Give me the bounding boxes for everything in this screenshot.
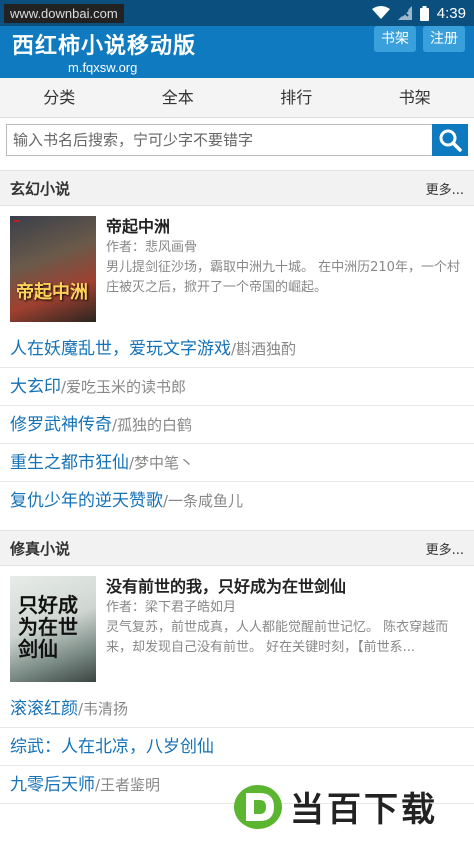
register-button[interactable]: 注册: [423, 26, 465, 52]
cover-title: 帝起中洲: [16, 282, 88, 303]
book-author: /孤独的白鹤: [112, 416, 193, 434]
signal-icon: [397, 6, 412, 20]
section-header: 修真小说 更多...: [0, 530, 474, 566]
section-xuanhuan: 玄幻小说 更多... 帝起中洲 帝起中洲 作者：悲风画骨 男儿提剑征沙场，霸取中…: [0, 170, 474, 520]
bookshelf-button[interactable]: 书架: [374, 26, 416, 52]
site-domain: m.fqxsw.org: [68, 60, 138, 75]
book-title-link[interactable]: 修罗武神传奇: [10, 415, 112, 435]
featured-author: 作者：悲风画骨: [106, 240, 198, 255]
featured-title[interactable]: 帝起中洲: [106, 216, 464, 238]
watermark-text: 当百下载: [290, 790, 438, 830]
book-author: /爱吃玉米的读书郎: [61, 378, 187, 396]
list-item[interactable]: 大玄印/爱吃玉米的读书郎: [0, 368, 474, 406]
list-item[interactable]: 滚滚红颜/韦清扬: [0, 690, 474, 728]
section-xiuzhen: 修真小说 更多... 只好成为在世剑仙 没有前世的我，只好成为在世剑仙 作者：梁…: [0, 530, 474, 804]
book-title-link[interactable]: 重生之都市狂仙: [10, 453, 129, 473]
search-icon: [439, 129, 462, 152]
featured-desc: 灵气复苏，前世成真，人人都能觉醒前世记忆。 陈衣穿越而来，却发现自己没有前世。 …: [106, 620, 449, 655]
nav-item-bookshelf[interactable]: 书架: [356, 78, 474, 117]
featured-title[interactable]: 没有前世的我，只好成为在世剑仙: [106, 576, 464, 598]
section-header: 玄幻小说 更多...: [0, 170, 474, 206]
book-author: /梦中笔丶: [129, 454, 195, 472]
nav-item-complete[interactable]: 全本: [119, 78, 238, 117]
featured-desc: 男儿提剑征沙场，霸取中洲九十城。 在中洲历210年，一个村庄被灭之后，掀开了一个…: [106, 260, 460, 295]
book-title-link[interactable]: 综武：人在北凉，八岁创仙: [10, 737, 214, 757]
book-title-link[interactable]: 九零后天师: [10, 775, 95, 795]
book-author: /一条咸鱼儿: [163, 492, 244, 510]
status-icons: 4:39: [371, 4, 466, 22]
book-cover[interactable]: 帝起中洲: [10, 216, 96, 322]
book-title-link[interactable]: 大玄印: [10, 377, 61, 397]
book-title-link[interactable]: 人在妖魔乱世，爱玩文字游戏: [10, 339, 231, 359]
nav-item-ranking[interactable]: 排行: [237, 78, 356, 117]
nav-bar: 分类 全本 排行 书架: [0, 78, 474, 118]
download-logo-icon: [234, 784, 282, 829]
book-title-link[interactable]: 复仇少年的逆天赞歌: [10, 491, 163, 511]
site-watermark: www.downbai.com: [4, 3, 124, 23]
search-button[interactable]: [432, 124, 468, 156]
book-author: /王者鉴明: [95, 776, 161, 794]
book-cover[interactable]: 只好成为在世剑仙: [10, 576, 96, 682]
book-author: /斟酒独酌: [231, 340, 297, 358]
section-title: 玄幻小说: [10, 179, 71, 198]
status-bar: www.downbai.com 4:39: [0, 0, 474, 26]
featured-info: 没有前世的我，只好成为在世剑仙 作者：梁下君子皓如月 灵气复苏，前世成真，人人都…: [106, 576, 464, 682]
watermark-logo: 当百下载: [232, 782, 438, 831]
search-input[interactable]: 输入书名后搜索，宁可少字不要错字: [6, 124, 432, 156]
search-bar: 输入书名后搜索，宁可少字不要错字: [0, 118, 474, 162]
book-author: /韦清扬: [78, 700, 129, 718]
nav-item-category[interactable]: 分类: [0, 78, 119, 117]
site-title[interactable]: 西红柿小说移动版: [12, 28, 196, 60]
clock: 4:39: [436, 4, 466, 22]
list-item[interactable]: 综武：人在北凉，八岁创仙: [0, 728, 474, 766]
section-title: 修真小说: [10, 539, 71, 558]
battery-icon: [419, 5, 429, 21]
cover-badge: [14, 220, 20, 222]
featured-author: 作者：梁下君子皓如月: [106, 600, 237, 615]
list-item[interactable]: 修罗武神传奇/孤独的白鹤: [0, 406, 474, 444]
featured-info: 帝起中洲 作者：悲风画骨 男儿提剑征沙场，霸取中洲九十城。 在中洲历210年，一…: [106, 216, 464, 322]
book-title-link[interactable]: 滚滚红颜: [10, 699, 78, 719]
list-item[interactable]: 重生之都市狂仙/梦中笔丶: [0, 444, 474, 482]
featured-book[interactable]: 只好成为在世剑仙 没有前世的我，只好成为在世剑仙 作者：梁下君子皓如月 灵气复苏…: [0, 566, 474, 690]
featured-book[interactable]: 帝起中洲 帝起中洲 作者：悲风画骨 男儿提剑征沙场，霸取中洲九十城。 在中洲历2…: [0, 206, 474, 330]
more-link[interactable]: 更多...: [426, 539, 464, 558]
app-header: 西红柿小说移动版 m.fqxsw.org 书架 注册: [0, 26, 474, 78]
cover-title: 只好成为在世剑仙: [18, 593, 78, 661]
more-link[interactable]: 更多...: [426, 179, 464, 198]
list-item[interactable]: 复仇少年的逆天赞歌/一条咸鱼儿: [0, 482, 474, 520]
wifi-icon: [371, 6, 390, 19]
list-item[interactable]: 人在妖魔乱世，爱玩文字游戏/斟酒独酌: [0, 330, 474, 368]
